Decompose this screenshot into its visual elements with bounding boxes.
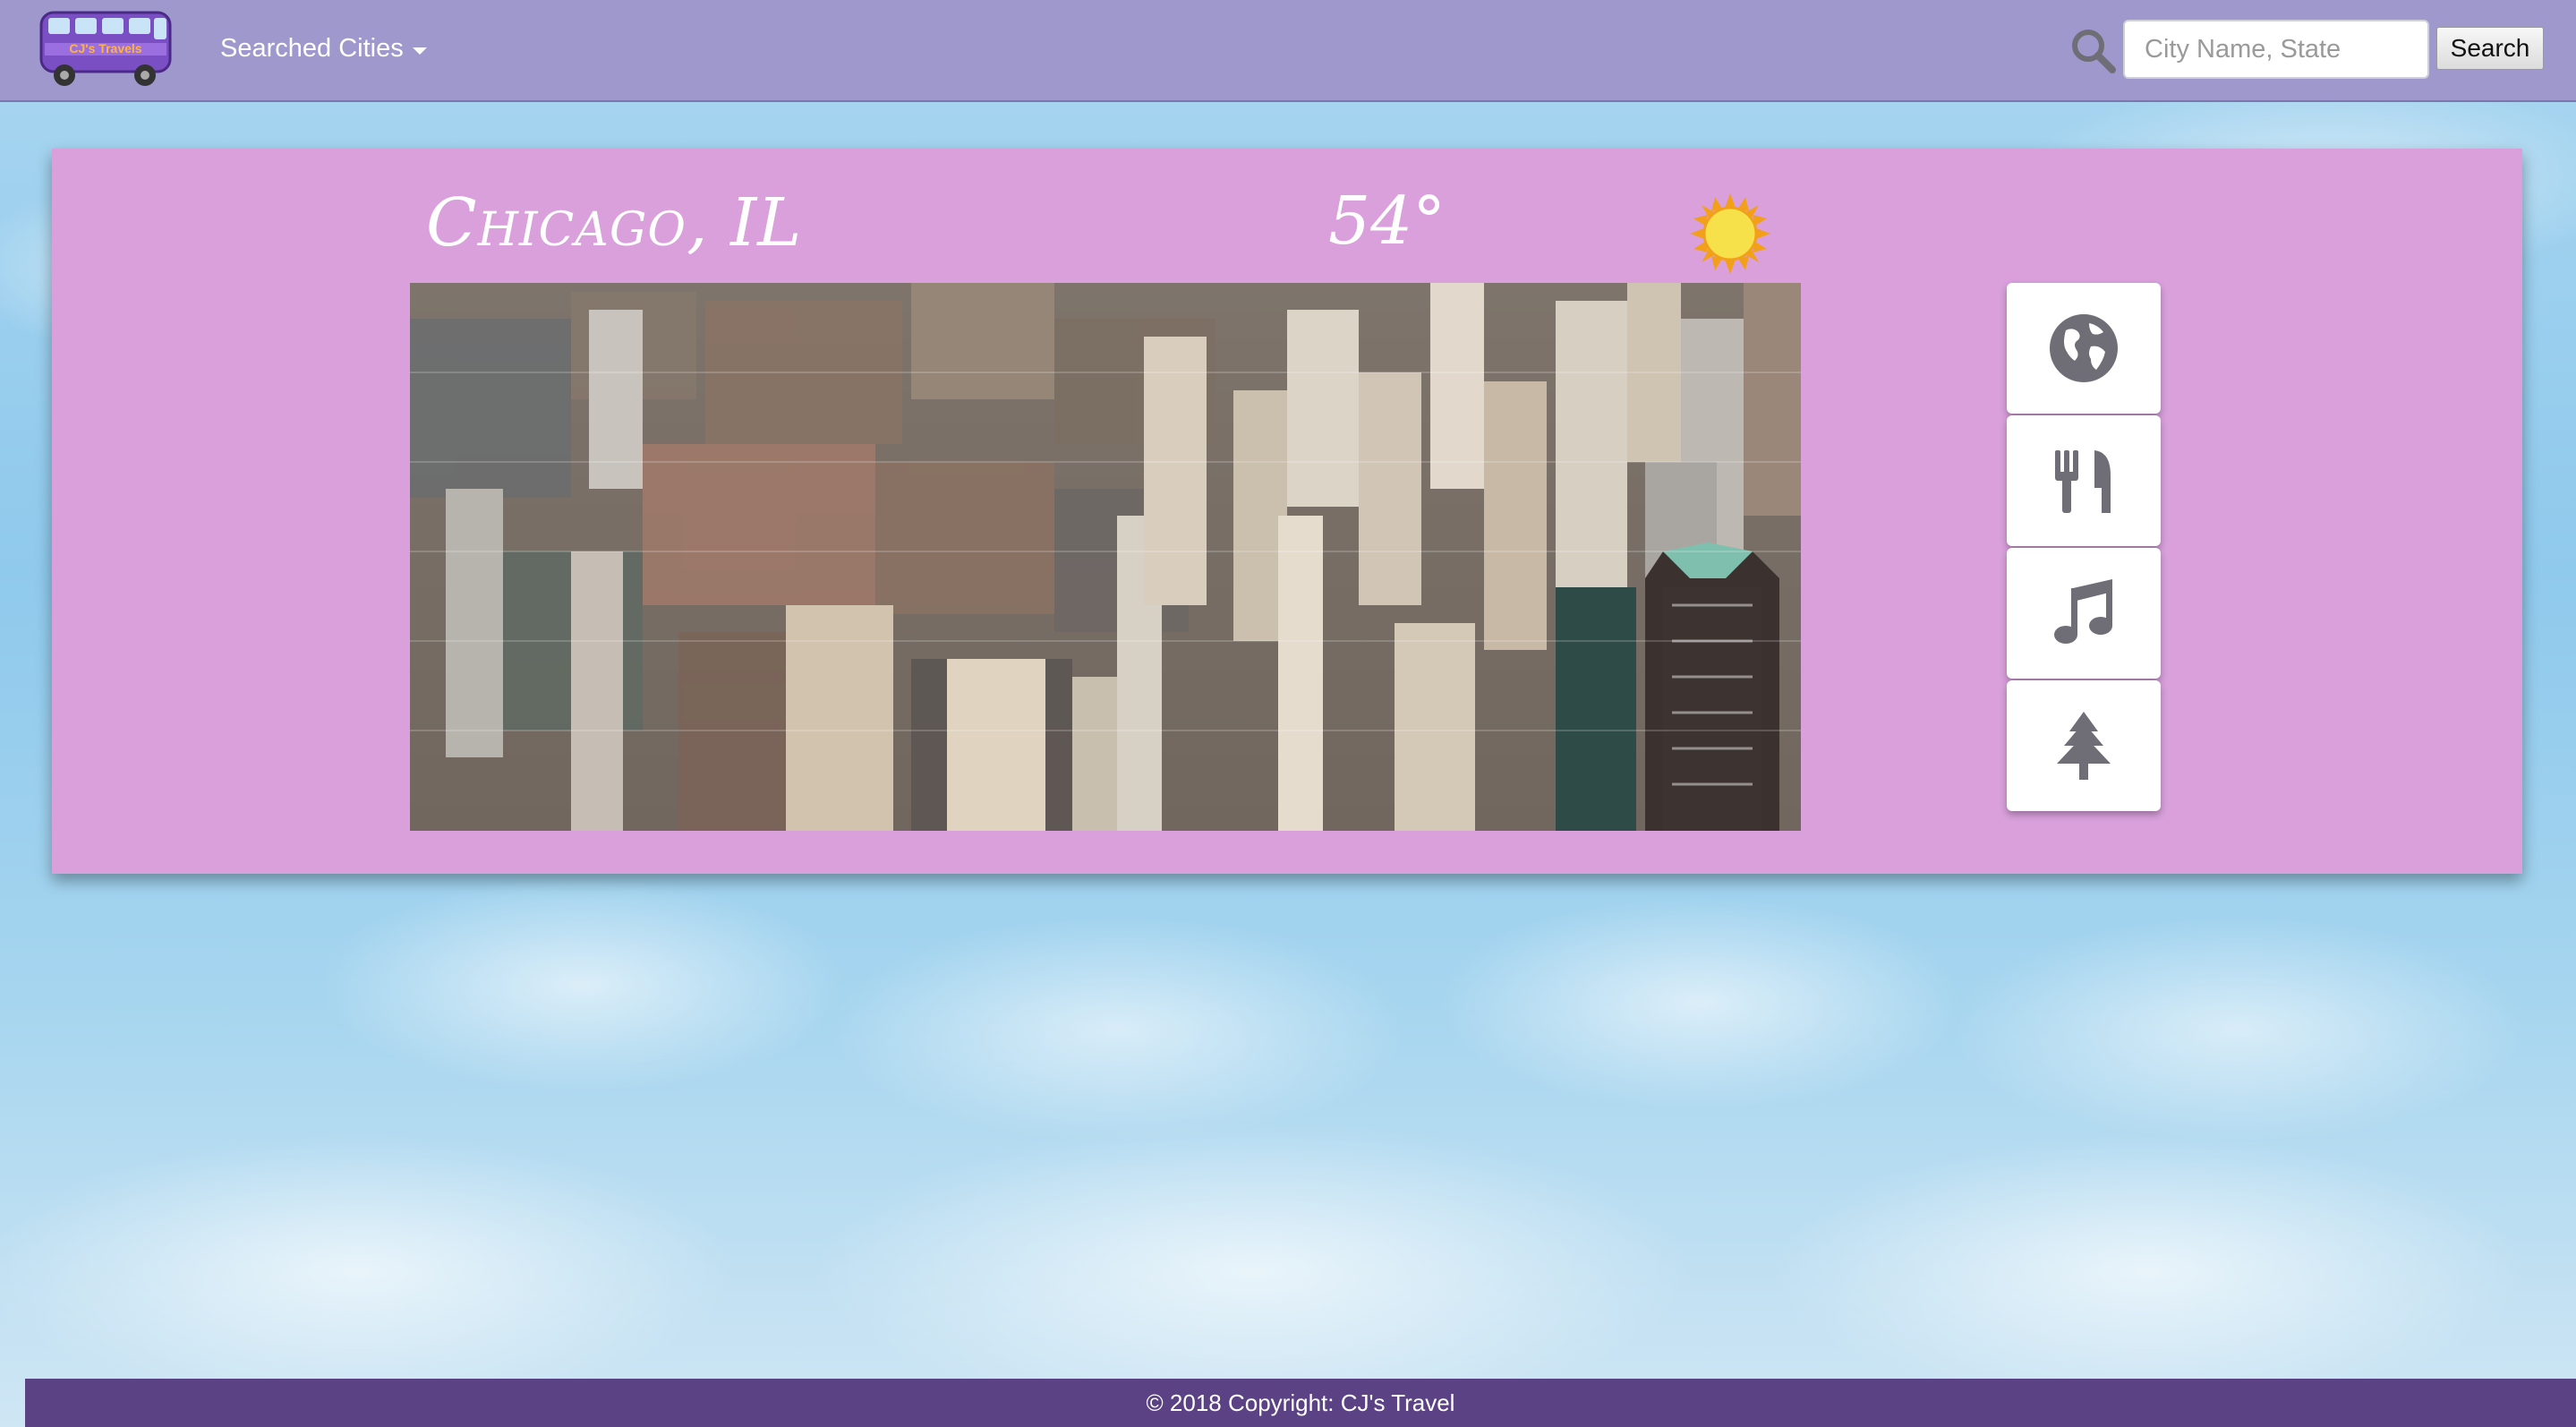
- tree-icon: [2057, 712, 2111, 780]
- logo-text: CJ's Travels: [69, 41, 141, 56]
- chicago-skyline-aerial-photo: [410, 283, 1801, 831]
- city-card: Chicago, IL 54°: [52, 149, 2522, 874]
- sun-icon: [1690, 193, 1770, 274]
- searched-cities-label: Searched Cities: [220, 34, 404, 63]
- city-photo: [410, 283, 1801, 831]
- fork-knife-icon: [2055, 450, 2111, 513]
- globe-icon: [2050, 314, 2118, 382]
- searched-cities-dropdown[interactable]: Searched Cities: [220, 34, 427, 64]
- city-name: Chicago, IL: [426, 184, 803, 261]
- copyright-text: © 2018 Copyright: CJ's Travel: [1146, 1389, 1455, 1416]
- search-icon: [2072, 30, 2116, 73]
- chevron-down-icon: [412, 47, 427, 55]
- category-list: [2007, 283, 2161, 811]
- footer: © 2018 Copyright: CJ's Travel: [25, 1379, 2576, 1427]
- music-button[interactable]: [2007, 548, 2161, 679]
- van-logo-icon: CJ's Travels: [39, 11, 172, 86]
- search-button[interactable]: Search: [2436, 27, 2544, 70]
- restaurants-button[interactable]: [2007, 415, 2161, 546]
- music-note-icon: [2054, 579, 2112, 644]
- attractions-button[interactable]: [2007, 283, 2161, 414]
- navbar: CJ's Travels Searched Cities Search: [0, 0, 2576, 102]
- logo[interactable]: CJ's Travels: [36, 7, 175, 90]
- search-input[interactable]: [2123, 20, 2429, 79]
- parks-button[interactable]: [2007, 680, 2161, 811]
- temperature: 54°: [1328, 183, 1446, 260]
